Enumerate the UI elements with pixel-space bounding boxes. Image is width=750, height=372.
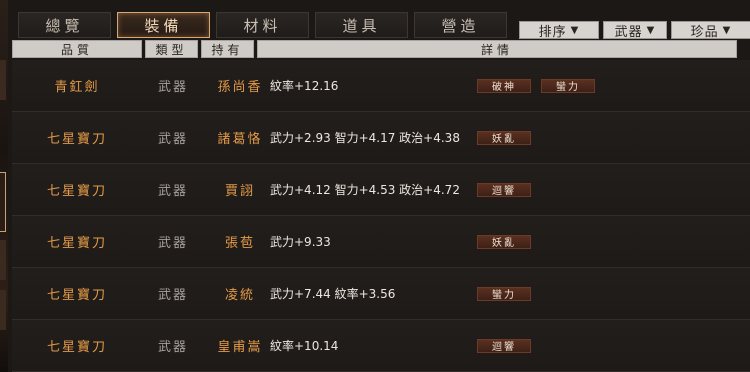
item-stats: 武力+2.93 智力+4.17 政治+4.38 [270,131,460,145]
sort-dropdown[interactable]: 排序 ▼ [519,21,599,40]
side-thumb[interactable] [0,240,6,280]
item-type: 武器 [157,132,188,147]
item-holder: 賈詡 [224,184,255,199]
tab-equipment[interactable]: 裝備 [117,12,210,38]
table-row[interactable]: 七星寶刀 武器 皇甫嵩 紋率+10.14 迴響 [12,320,750,372]
item-name: 七星寶刀 [46,340,107,355]
table-row[interactable]: 七星寶刀 武器 張苞 武力+9.33 妖亂 [12,216,750,268]
item-holder: 孫尚香 [217,80,263,95]
trait-tag: 蠻力 [541,78,595,93]
item-name: 七星寶刀 [46,288,107,303]
item-tags: 蠻力 [477,268,531,319]
item-name: 青釭劍 [54,80,100,95]
rarity-filter-label: 珍品 [690,24,719,40]
rarity-filter-dropdown[interactable]: 珍品 ▼ [671,21,750,40]
chevron-down-icon: ▼ [646,24,656,36]
item-type: 武器 [157,340,188,355]
category-tabs: 總覽 裝備 材料 道具 營造 [18,12,507,40]
trait-tag: 蠻力 [477,286,531,301]
column-header-holder[interactable]: 持有 [201,40,254,58]
table-row[interactable]: 七星寶刀 武器 賈詡 武力+4.12 智力+4.53 政治+4.72 迴響 [12,164,750,216]
item-stats: 武力+4.12 智力+4.53 政治+4.72 [270,183,460,197]
tab-materials[interactable]: 材料 [216,12,309,38]
type-filter-dropdown[interactable]: 武器 ▼ [603,21,667,40]
item-type: 武器 [157,80,188,95]
side-selected-thumb[interactable] [0,172,6,232]
item-tags: 破神 蠻力 [477,60,595,111]
item-type: 武器 [157,236,188,251]
item-holder: 張苞 [224,236,255,251]
item-stats: 紋率+10.14 [270,339,339,353]
item-holder: 諸葛恪 [217,132,263,147]
side-thumb[interactable] [0,290,6,330]
item-stats: 武力+7.44 紋率+3.56 [270,287,396,301]
tab-overview[interactable]: 總覽 [18,12,111,38]
column-header-quality[interactable]: 品質 [12,40,142,58]
tab-items[interactable]: 道具 [315,12,408,38]
chevron-down-icon: ▼ [570,24,580,36]
item-name: 七星寶刀 [46,236,107,251]
trait-tag: 妖亂 [477,234,531,249]
trait-tag: 破神 [477,78,531,93]
item-holder: 皇甫嵩 [217,340,263,355]
item-name: 七星寶刀 [46,132,107,147]
trait-tag: 妖亂 [477,130,531,145]
table-header: 品質 類型 持有 詳情 [12,40,750,58]
filter-bar: 排序 ▼ 武器 ▼ 珍品 ▼ [519,21,750,40]
item-tags: 妖亂 [477,112,531,163]
type-filter-label: 武器 [614,24,643,40]
table-row[interactable]: 七星寶刀 武器 凌統 武力+7.44 紋率+3.56 蠻力 [12,268,750,320]
item-tags: 妖亂 [477,216,531,267]
side-panel-edge [0,0,8,372]
item-name: 七星寶刀 [46,184,107,199]
item-holder: 凌統 [224,288,255,303]
tab-construction[interactable]: 營造 [414,12,507,38]
chevron-down-icon: ▼ [722,24,732,36]
trait-tag: 迴響 [477,338,531,353]
column-header-type[interactable]: 類型 [145,40,198,58]
item-type: 武器 [157,184,188,199]
table-row[interactable]: 青釭劍 武器 孫尚香 紋率+12.16 破神 蠻力 [12,60,750,112]
item-type: 武器 [157,288,188,303]
table-row[interactable]: 七星寶刀 武器 諸葛恪 武力+2.93 智力+4.17 政治+4.38 妖亂 [12,112,750,164]
trait-tag: 迴響 [477,182,531,197]
column-header-detail: 詳情 [257,40,737,58]
sort-label: 排序 [538,24,567,40]
item-stats: 紋率+12.16 [270,79,339,93]
item-tags: 迴響 [477,164,531,215]
item-tags: 迴響 [477,320,531,371]
item-stats: 武力+9.33 [270,235,331,249]
side-thumb[interactable] [0,60,6,100]
